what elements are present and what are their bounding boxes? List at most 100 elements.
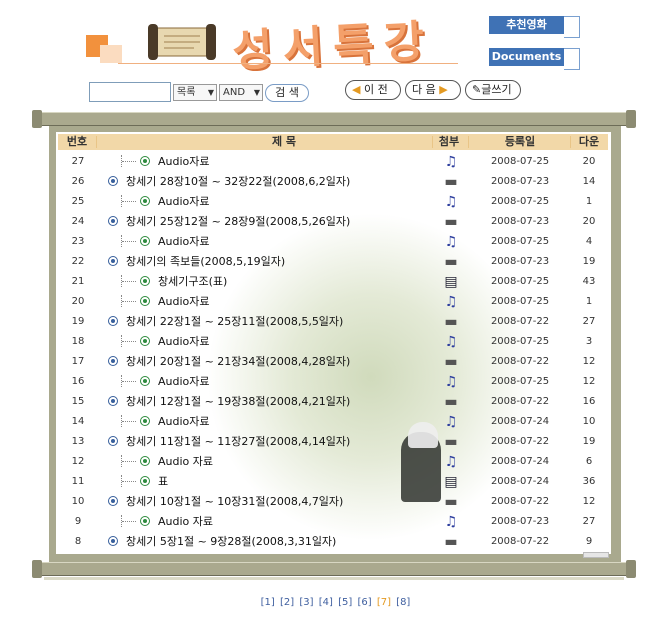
page-link[interactable]: [7] — [377, 597, 391, 608]
row-date: 2008-07-25 — [490, 236, 550, 247]
row-date: 2008-07-25 — [490, 276, 550, 287]
audio-file-icon[interactable]: ♫ — [438, 152, 464, 172]
next-button[interactable]: 다 음 ▶ — [405, 80, 461, 100]
disk-file-icon[interactable]: ▬ — [438, 352, 464, 372]
row-title-text: 창세기구조(표) — [158, 275, 228, 288]
row-download-count: 20 — [582, 156, 596, 167]
disk-file-icon[interactable]: ▬ — [438, 492, 464, 512]
row-title-link[interactable]: Audio 자료 — [121, 452, 213, 472]
row-title-link[interactable]: Audio자료 — [121, 192, 210, 212]
table-row[interactable]: 16 Audio자료 ♫ 2008-07-25 12 — [58, 372, 608, 392]
table-row[interactable]: 18 Audio자료 ♫ 2008-07-25 3 — [58, 332, 608, 352]
disk-file-icon[interactable]: ▬ — [438, 172, 464, 192]
row-title-link[interactable]: Audio 자료 — [121, 512, 213, 532]
row-number: 10 — [71, 496, 85, 507]
audio-file-icon[interactable]: ♫ — [438, 512, 464, 532]
prev-button[interactable]: ◀ 이 전 — [345, 80, 401, 100]
table-row[interactable]: 26 창세기 28장10절 ~ 32장22절(2008,6,2일자) ▬ 2008-0… — [58, 172, 608, 192]
row-title-link[interactable]: Audio자료 — [121, 412, 210, 432]
audio-file-icon[interactable]: ♫ — [438, 332, 464, 352]
table-row[interactable]: 20 Audio자료 ♫ 2008-07-25 1 — [58, 292, 608, 312]
page-link[interactable]: [8] — [396, 597, 410, 608]
documents-button[interactable]: Documents — [489, 48, 580, 70]
row-title-text: Audio자료 — [158, 195, 210, 208]
table-row[interactable]: 8 창세기 5장1절 ~ 9장28절(2008,3,31일자) ▬ 2008-07-2… — [58, 532, 608, 552]
row-title-link[interactable]: 창세기 11장1절 ~ 11장27절(2008,4,14일자) — [108, 432, 350, 452]
row-title-link[interactable]: 창세기 12장1절 ~ 19장38절(2008,4,21일자) — [108, 392, 350, 412]
page-link[interactable]: [6] — [357, 597, 371, 608]
row-title-link[interactable]: Audio자료 — [121, 152, 210, 172]
row-title-text: Audio자료 — [158, 155, 210, 168]
page-link[interactable]: [2] — [280, 597, 294, 608]
search-operator-select[interactable]: AND ▼ — [219, 84, 263, 101]
row-date: 2008-07-23 — [490, 176, 550, 187]
audio-file-icon[interactable]: ♫ — [438, 372, 464, 392]
disk-file-icon[interactable]: ▬ — [438, 392, 464, 412]
row-title-link[interactable]: Audio자료 — [121, 232, 210, 252]
row-title-link[interactable]: 표 — [121, 472, 168, 492]
table-row[interactable]: 14 Audio자료 ♫ 2008-07-24 10 — [58, 412, 608, 432]
table-row[interactable]: 22 창세기의 족보들(2008,5,19일자) ▬ 2008-07-23 19 — [58, 252, 608, 272]
tree-branch — [122, 472, 136, 482]
row-title-text: 창세기 12장1절 ~ 19장38절(2008,4,21일자) — [126, 395, 351, 408]
row-number: 14 — [71, 416, 85, 427]
disk-file-icon[interactable]: ▬ — [438, 252, 464, 272]
row-download-count: 27 — [582, 516, 596, 527]
disk-file-icon[interactable]: ▬ — [438, 312, 464, 332]
table-row[interactable]: 21 창세기구조(표) ▤ 2008-07-25 43 — [58, 272, 608, 292]
audio-file-icon[interactable]: ♫ — [438, 192, 464, 212]
table-row[interactable]: 12 Audio 자료 ♫ 2008-07-24 6 — [58, 452, 608, 472]
row-title-link[interactable]: 창세기 10장1절 ~ 10장31절(2008,4,7일자) — [108, 492, 343, 512]
page-link[interactable]: [4] — [319, 597, 333, 608]
audio-file-icon[interactable]: ♫ — [438, 452, 464, 472]
row-title-link[interactable]: 창세기구조(표) — [121, 272, 227, 292]
audio-file-icon[interactable]: ♫ — [438, 232, 464, 252]
audio-file-icon[interactable]: ♫ — [438, 412, 464, 432]
row-number: 8 — [74, 536, 82, 547]
search-button[interactable]: 검 색 — [265, 84, 309, 102]
row-download-count: 20 — [582, 216, 596, 227]
recommended-movie-button[interactable]: 추천영화 — [489, 16, 580, 38]
page-link[interactable]: [5] — [338, 597, 352, 608]
search-input[interactable] — [89, 82, 171, 102]
table-row[interactable]: 9 Audio 자료 ♫ 2008-07-23 27 — [58, 512, 608, 532]
row-number: 18 — [71, 336, 85, 347]
row-title-text: Audio 자료 — [158, 455, 214, 468]
tree-branch — [122, 232, 136, 242]
page-link[interactable]: [1] — [261, 597, 275, 608]
disk-file-icon[interactable]: ▬ — [438, 212, 464, 232]
row-title-link[interactable]: Audio자료 — [121, 292, 210, 312]
table-row[interactable]: 10 창세기 10장1절 ~ 10장31절(2008,4,7일자) ▬ 2008-07… — [58, 492, 608, 512]
scrollbar-thumb[interactable] — [583, 552, 609, 558]
table-row[interactable]: 25 Audio자료 ♫ 2008-07-25 1 — [58, 192, 608, 212]
table-row[interactable]: 27 Audio자료 ♫ 2008-07-25 20 — [58, 152, 608, 172]
radio-bullet-icon — [108, 356, 118, 366]
row-title-link[interactable]: 창세기 5장1절 ~ 9장28절(2008,3,31일자) — [108, 532, 336, 552]
table-row[interactable]: 15 창세기 12장1절 ~ 19장38절(2008,4,21일자) ▬ 2008-0… — [58, 392, 608, 412]
radio-bullet-icon — [140, 156, 150, 166]
table-row[interactable]: 24 창세기 25장12절 ~ 28장9절(2008,5,26일자) ▬ 2008-0… — [58, 212, 608, 232]
table-row[interactable]: 23 Audio자료 ♫ 2008-07-25 4 — [58, 232, 608, 252]
document-file-icon[interactable]: ▤ — [438, 472, 464, 492]
disk-file-icon[interactable]: ▬ — [438, 432, 464, 452]
disk-file-icon[interactable]: ▬ — [438, 532, 464, 552]
row-title-link[interactable]: 창세기 25장12절 ~ 28장9절(2008,5,26일자) — [108, 212, 350, 232]
document-file-icon[interactable]: ▤ — [438, 272, 464, 292]
pagination: [1] [2] [3] [4] [5] [6] [7] [8] — [0, 597, 671, 608]
audio-file-icon[interactable]: ♫ — [438, 292, 464, 312]
row-title-link[interactable]: 창세기의 족보들(2008,5,19일자) — [108, 252, 285, 272]
table-row[interactable]: 19 창세기 22장1절 ~ 25장11절(2008,5,5일자) ▬ 2008-07… — [58, 312, 608, 332]
row-title-link[interactable]: Audio자료 — [121, 332, 210, 352]
row-title-link[interactable]: 창세기 20장1절 ~ 21장34절(2008,4,28일자) — [108, 352, 350, 372]
row-title-link[interactable]: 창세기 22장1절 ~ 25장11절(2008,5,5일자) — [108, 312, 343, 332]
table-row[interactable]: 11 표 ▤ 2008-07-24 36 — [58, 472, 608, 492]
search-field-select[interactable]: 목록 ▼ — [173, 84, 217, 101]
row-title-link[interactable]: 창세기 28장10절 ~ 32장22절(2008,6,2일자) — [108, 172, 350, 192]
page-link[interactable]: [3] — [299, 597, 313, 608]
row-title-link[interactable]: Audio자료 — [121, 372, 210, 392]
table-row[interactable]: 17 창세기 20장1절 ~ 21장34절(2008,4,28일자) ▬ 2008-0… — [58, 352, 608, 372]
table-row[interactable]: 13 창세기 11장1절 ~ 11장27절(2008,4,14일자) ▬ 2008-0… — [58, 432, 608, 452]
arrow-left-icon: ◀ — [352, 83, 361, 96]
write-button[interactable]: ✎글쓰기 — [465, 80, 521, 100]
col-header-number: 번호 — [66, 135, 88, 148]
